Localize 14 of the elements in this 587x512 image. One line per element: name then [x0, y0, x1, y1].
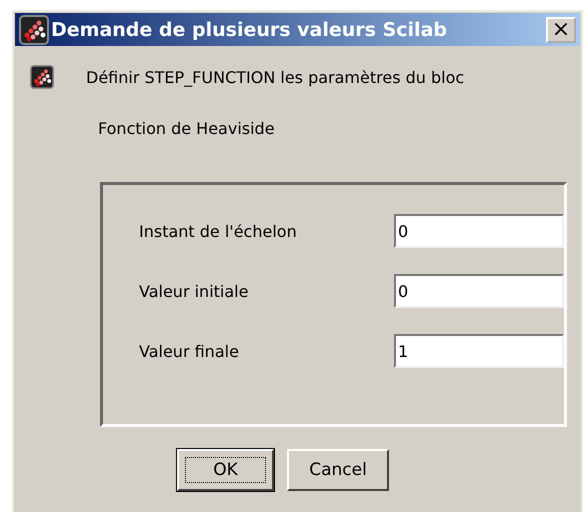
- input-field[interactable]: 0: [394, 274, 564, 308]
- description-text: Fonction de Heaviside: [98, 119, 276, 138]
- field-label: Valeur finale: [139, 342, 240, 360]
- input-field[interactable]: 1: [394, 334, 564, 368]
- message-text: Définir STEP_FUNCTION les paramètres du bloc: [86, 68, 464, 86]
- field-label: Instant de l'échelon: [139, 222, 298, 240]
- input-field[interactable]: 0: [394, 214, 564, 248]
- scilab-logo-icon: [30, 65, 54, 89]
- scilab-logo-icon: [19, 14, 49, 44]
- close-button[interactable]: ×: [546, 16, 576, 42]
- field-label: Valeur initiale: [139, 282, 250, 300]
- window-title: Demande de plusieurs valeurs Scilab: [51, 18, 448, 40]
- dialog-button[interactable]: Cancel: [287, 449, 389, 491]
- dialog-button[interactable]: OK: [177, 449, 274, 491]
